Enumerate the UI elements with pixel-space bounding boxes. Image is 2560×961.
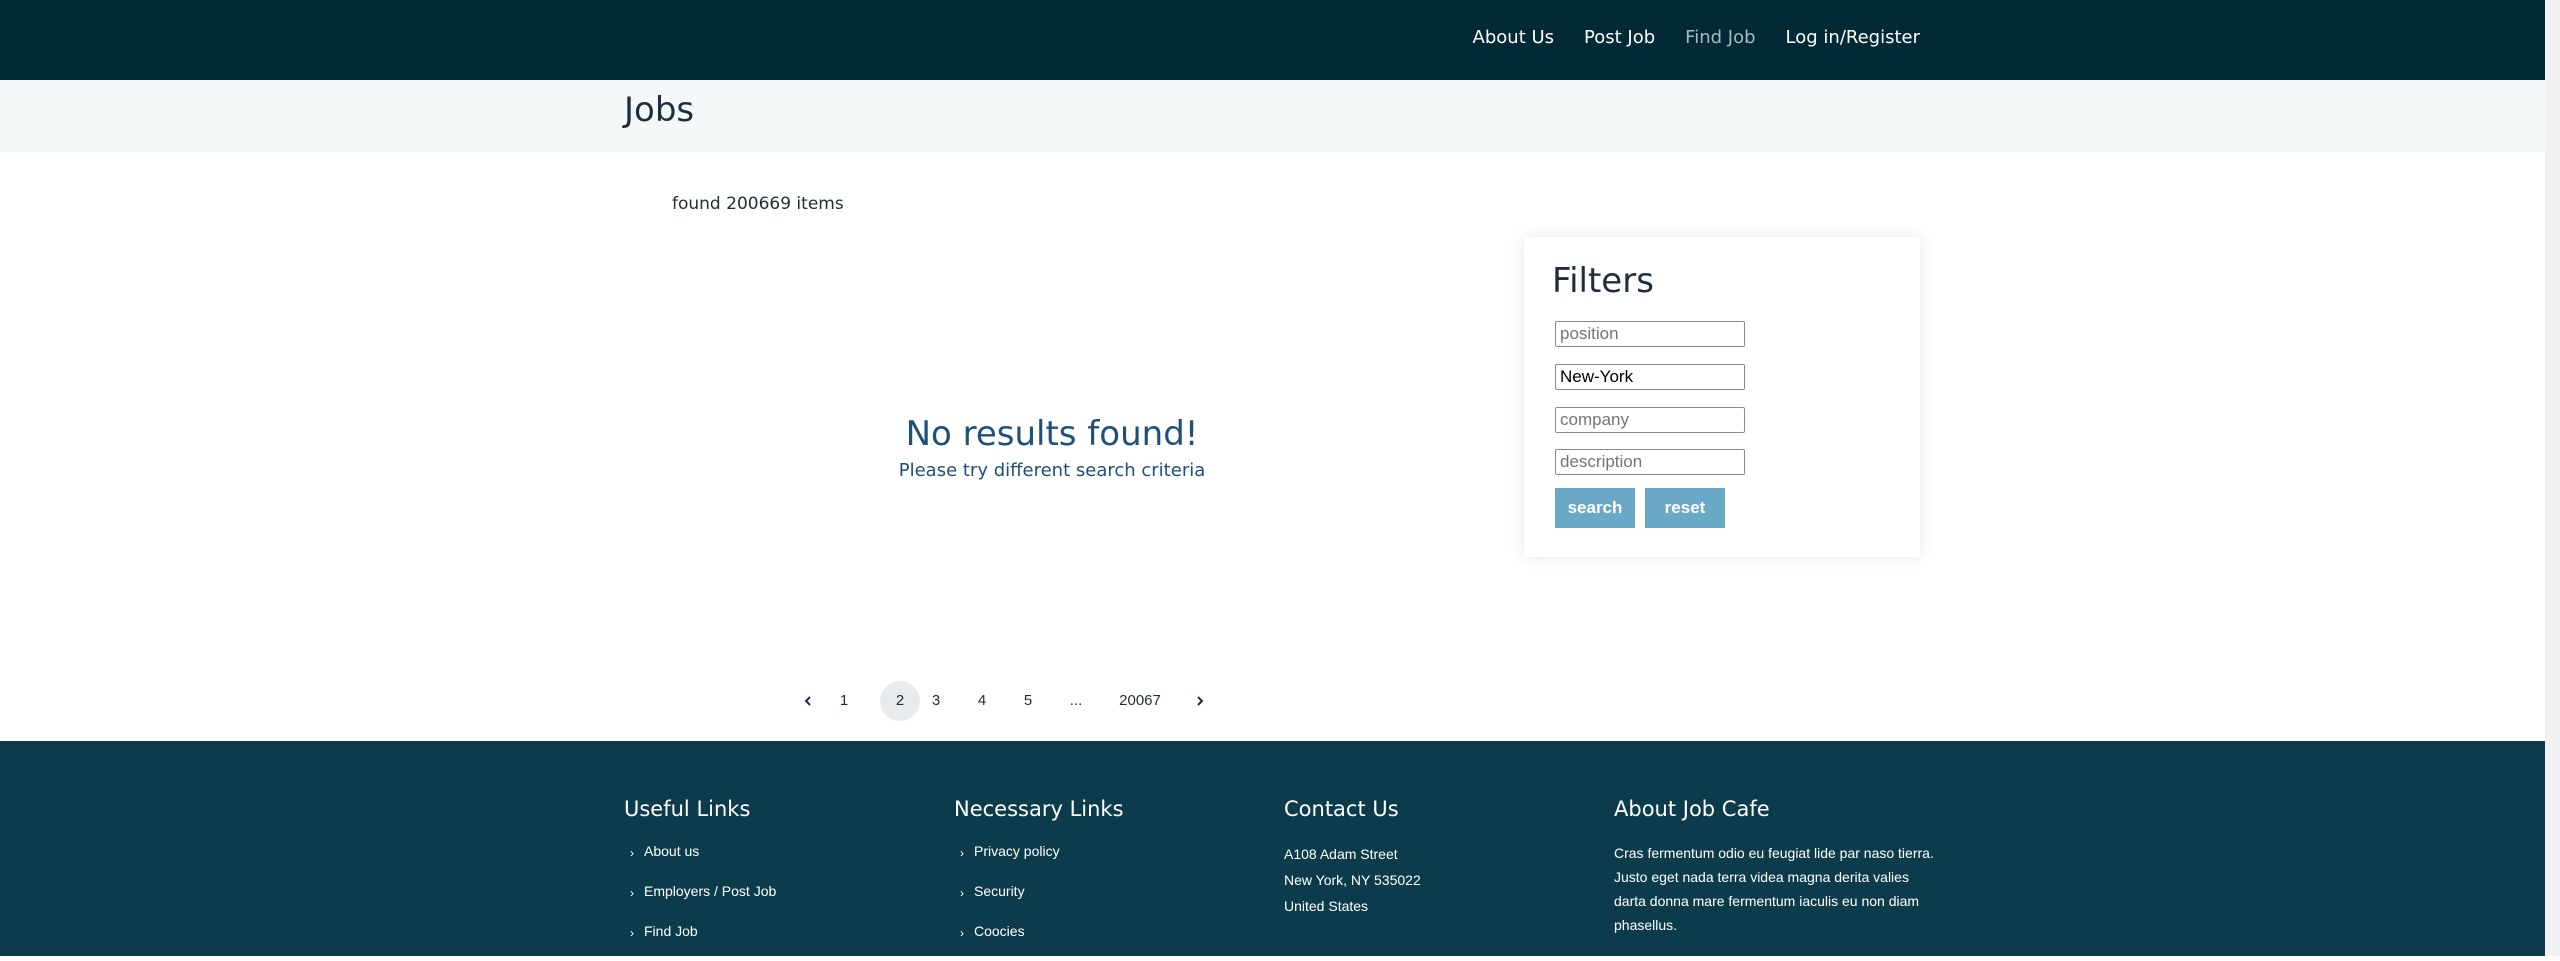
footer-link-label: Security [974, 883, 1025, 899]
page-link-last[interactable]: 20067 [1112, 681, 1168, 721]
page-link-3[interactable]: 3 [924, 681, 948, 721]
no-results-title: No results found! [905, 414, 1199, 454]
location-input[interactable] [1555, 364, 1745, 390]
description-input[interactable] [1555, 449, 1745, 475]
contact-line: A108 Adam Street [1284, 846, 1398, 862]
footer-useful-links: Useful Links › About us › Employers / Post… [624, 797, 776, 940]
footer-contact-title: Contact Us [1284, 797, 1399, 821]
page-ellipsis: ... [1069, 692, 1083, 709]
page-scrollbar[interactable] [2545, 0, 2560, 956]
footer-necessary-links-title: Necessary Links [954, 797, 1124, 821]
chevron-left-icon [804, 696, 811, 706]
footer-about: About Job Cafe Cras fermentum odio eu fe… [1614, 797, 1934, 933]
title-bar [0, 80, 2545, 152]
page-link-2[interactable]: 2 [880, 681, 920, 721]
footer-link-label: Privacy policy [974, 843, 1060, 859]
footer-useful-links-title: Useful Links [624, 797, 751, 821]
nav-post-job[interactable]: Post Job [1584, 27, 1655, 48]
page-link-1[interactable]: 1 [832, 681, 856, 721]
chevron-right-icon: › [630, 846, 634, 860]
footer-contact: Contact Us A108 Adam Street New York, NY… [1284, 797, 1421, 914]
footer-link-security[interactable]: › Security [954, 881, 1060, 921]
page-title: Jobs [624, 90, 695, 130]
nav-about-us[interactable]: About Us [1473, 27, 1555, 48]
filters-panel: Filters search reset [1524, 237, 1920, 557]
nav-find-job[interactable]: Find Job [1685, 27, 1755, 48]
search-button[interactable]: search [1555, 488, 1635, 528]
contact-line: United States [1284, 898, 1369, 914]
pagination-next[interactable] [1182, 681, 1218, 721]
no-results-subtitle: Please try different search criteria [898, 460, 1206, 481]
contact-address: A108 Adam Street New York, NY 535022 Uni… [1284, 841, 1421, 919]
footer-link-label: Coocies [974, 923, 1025, 939]
footer-necessary-links: Necessary Links › Privacy policy › Securit… [954, 797, 1124, 940]
position-input[interactable] [1555, 321, 1745, 347]
reset-button[interactable]: reset [1645, 488, 1725, 528]
footer-link-label: Find Job [644, 923, 698, 939]
page-link-5[interactable]: 5 [1016, 681, 1040, 721]
footer-link-employers[interactable]: › Employers / Post Job [624, 881, 776, 921]
top-navbar: About Us Post Job Find Job Log in/Regist… [0, 0, 2545, 80]
nav-login-register[interactable]: Log in/Register [1786, 27, 1920, 48]
main-nav: About Us Post Job Find Job Log in/Regist… [1473, 27, 1920, 48]
chevron-right-icon: › [960, 926, 964, 940]
chevron-right-icon: › [960, 846, 964, 860]
footer-link-about-us[interactable]: › About us [624, 841, 776, 881]
footer-link-privacy[interactable]: › Privacy policy [954, 841, 1060, 881]
company-input[interactable] [1555, 407, 1745, 433]
pagination-prev[interactable] [790, 681, 826, 721]
chevron-right-icon: › [960, 886, 964, 900]
contact-line: New York, NY 535022 [1284, 872, 1421, 888]
page-link-4[interactable]: 4 [970, 681, 994, 721]
results-count: found 200669 items [672, 194, 844, 214]
footer-link-cookies[interactable]: › Coocies [954, 921, 1060, 961]
chevron-right-icon: › [630, 886, 634, 900]
footer: Useful Links › About us › Employers / Post… [0, 741, 2545, 956]
chevron-right-icon: › [630, 926, 634, 940]
footer-about-title: About Job Cafe [1614, 797, 1770, 821]
chevron-right-icon [1197, 696, 1204, 706]
footer-link-label: About us [644, 843, 700, 859]
filters-title: Filters [1552, 261, 1654, 301]
footer-about-text: Cras fermentum odio eu feugiat lide par … [1614, 845, 1934, 933]
no-results-message: No results found! Please try different s… [752, 414, 1352, 481]
footer-link-label: Employers / Post Job [644, 883, 777, 899]
footer-link-find-job[interactable]: › Find Job [624, 921, 776, 961]
